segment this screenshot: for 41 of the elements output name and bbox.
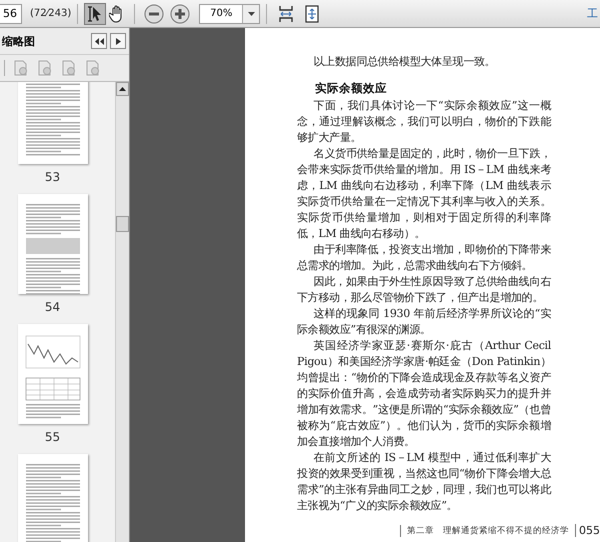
- tools-menu[interactable]: 工: [587, 6, 598, 21]
- paragraph: 名义货币供给量是固定的，此时，物价一旦下跌，会带来实际货币供给量的增加。用 IS－LM 曲线来考虑，LM 曲线向右边移动，利率下降（LM 曲线表示实际货币供给量在一定情况下其利率与收入的关系。实际货币供给量增加，则相对于固定所得的利率降低，LM 曲线向右移动）。: [297, 146, 551, 242]
- zoom-in-icon[interactable]: [170, 4, 190, 24]
- paragraph: 在前文所述的 IS－LM 模型中，通过低利率扩大投资的效果受到重视，当然这也同“物价下降会增大总需求”的主张有异曲同工之妙，同理，我们也可以将此主张视为“广义的实际余额效应”。: [297, 450, 551, 514]
- page-action-icon[interactable]: [85, 60, 101, 76]
- page-number-field[interactable]: 56: [0, 4, 22, 24]
- paragraph: 英国经济学家亚瑟·赛斯尔·庇古（Arthur Cecil Pigou）和美国经济学家唐·帕廷金（Don Patinkin）均曾提出：“物价的下降会造成现金及存款等名义资产的实际价值升高，会造成劳动者实际购买力的提升并增加有效需求。”这便是所谓的“实际余额效应”（也曾被称为“庇古效应”）。他们认为，货币的实际余额增加会直接增加个人消费。: [297, 338, 551, 450]
- panel-title: 缩略图: [2, 34, 35, 48]
- select-tool-button[interactable]: [84, 2, 106, 24]
- select-tool-icon: [87, 4, 104, 22]
- fit-width-icon[interactable]: [278, 4, 294, 22]
- caret-icon: [248, 12, 255, 16]
- page-action-icon[interactable]: [13, 60, 29, 76]
- scrollbar-thumb[interactable]: [116, 216, 129, 232]
- page-number: 055: [575, 524, 600, 537]
- page-thumbnail[interactable]: [18, 82, 88, 164]
- paragraph: 由于利率降低，投资支出增加，即物价的下降带来总需求的增加。为此，总需求曲线向右下方倾斜。: [297, 242, 551, 274]
- scrollbar[interactable]: [115, 82, 129, 542]
- double-left-arrow-icon: [94, 38, 104, 44]
- page-action-icon[interactable]: [37, 60, 53, 76]
- paragraph: 因此，如果由于外生性原因导致了总供给曲线向右下方移动，那么尽管物价下跌了，但产出是增加的。: [297, 274, 551, 306]
- fit-page-icon[interactable]: [304, 4, 320, 22]
- page-action-icon[interactable]: [61, 60, 77, 76]
- paragraph: 这样的现象同 1930 年前后经济学界所议论的“实际余额效应”有很深的渊源。: [297, 306, 551, 338]
- paragraph: 下面，我们具体讨论一下“实际余额效应”这一概念，通过理解该概念，我们可以明白，物价的下跌能够扩大产量。: [297, 98, 551, 146]
- zoom-field[interactable]: 70%: [199, 4, 260, 24]
- page-count: (72⁄243): [30, 8, 72, 19]
- zoom-out-icon[interactable]: [144, 4, 164, 24]
- collapse-button[interactable]: [91, 33, 107, 49]
- page-thumbnail[interactable]: [18, 324, 88, 424]
- up-arrow-icon: [119, 87, 126, 91]
- right-arrow-icon: [116, 38, 120, 44]
- options-button[interactable]: [110, 33, 126, 49]
- paragraph: 以上数据同总供给模型大体呈现一致。: [312, 54, 496, 70]
- page-number-label: 54: [44, 300, 60, 314]
- page-thumbnail[interactable]: [18, 194, 88, 294]
- page-number-label: 55: [44, 430, 60, 444]
- page-thumbnail[interactable]: [18, 454, 88, 542]
- page-number-label: 53: [44, 170, 60, 184]
- section-heading: 实际余额效应: [315, 80, 388, 97]
- chapter-title: 第二章 理解通货紧缩不得不提的经济学: [400, 524, 569, 536]
